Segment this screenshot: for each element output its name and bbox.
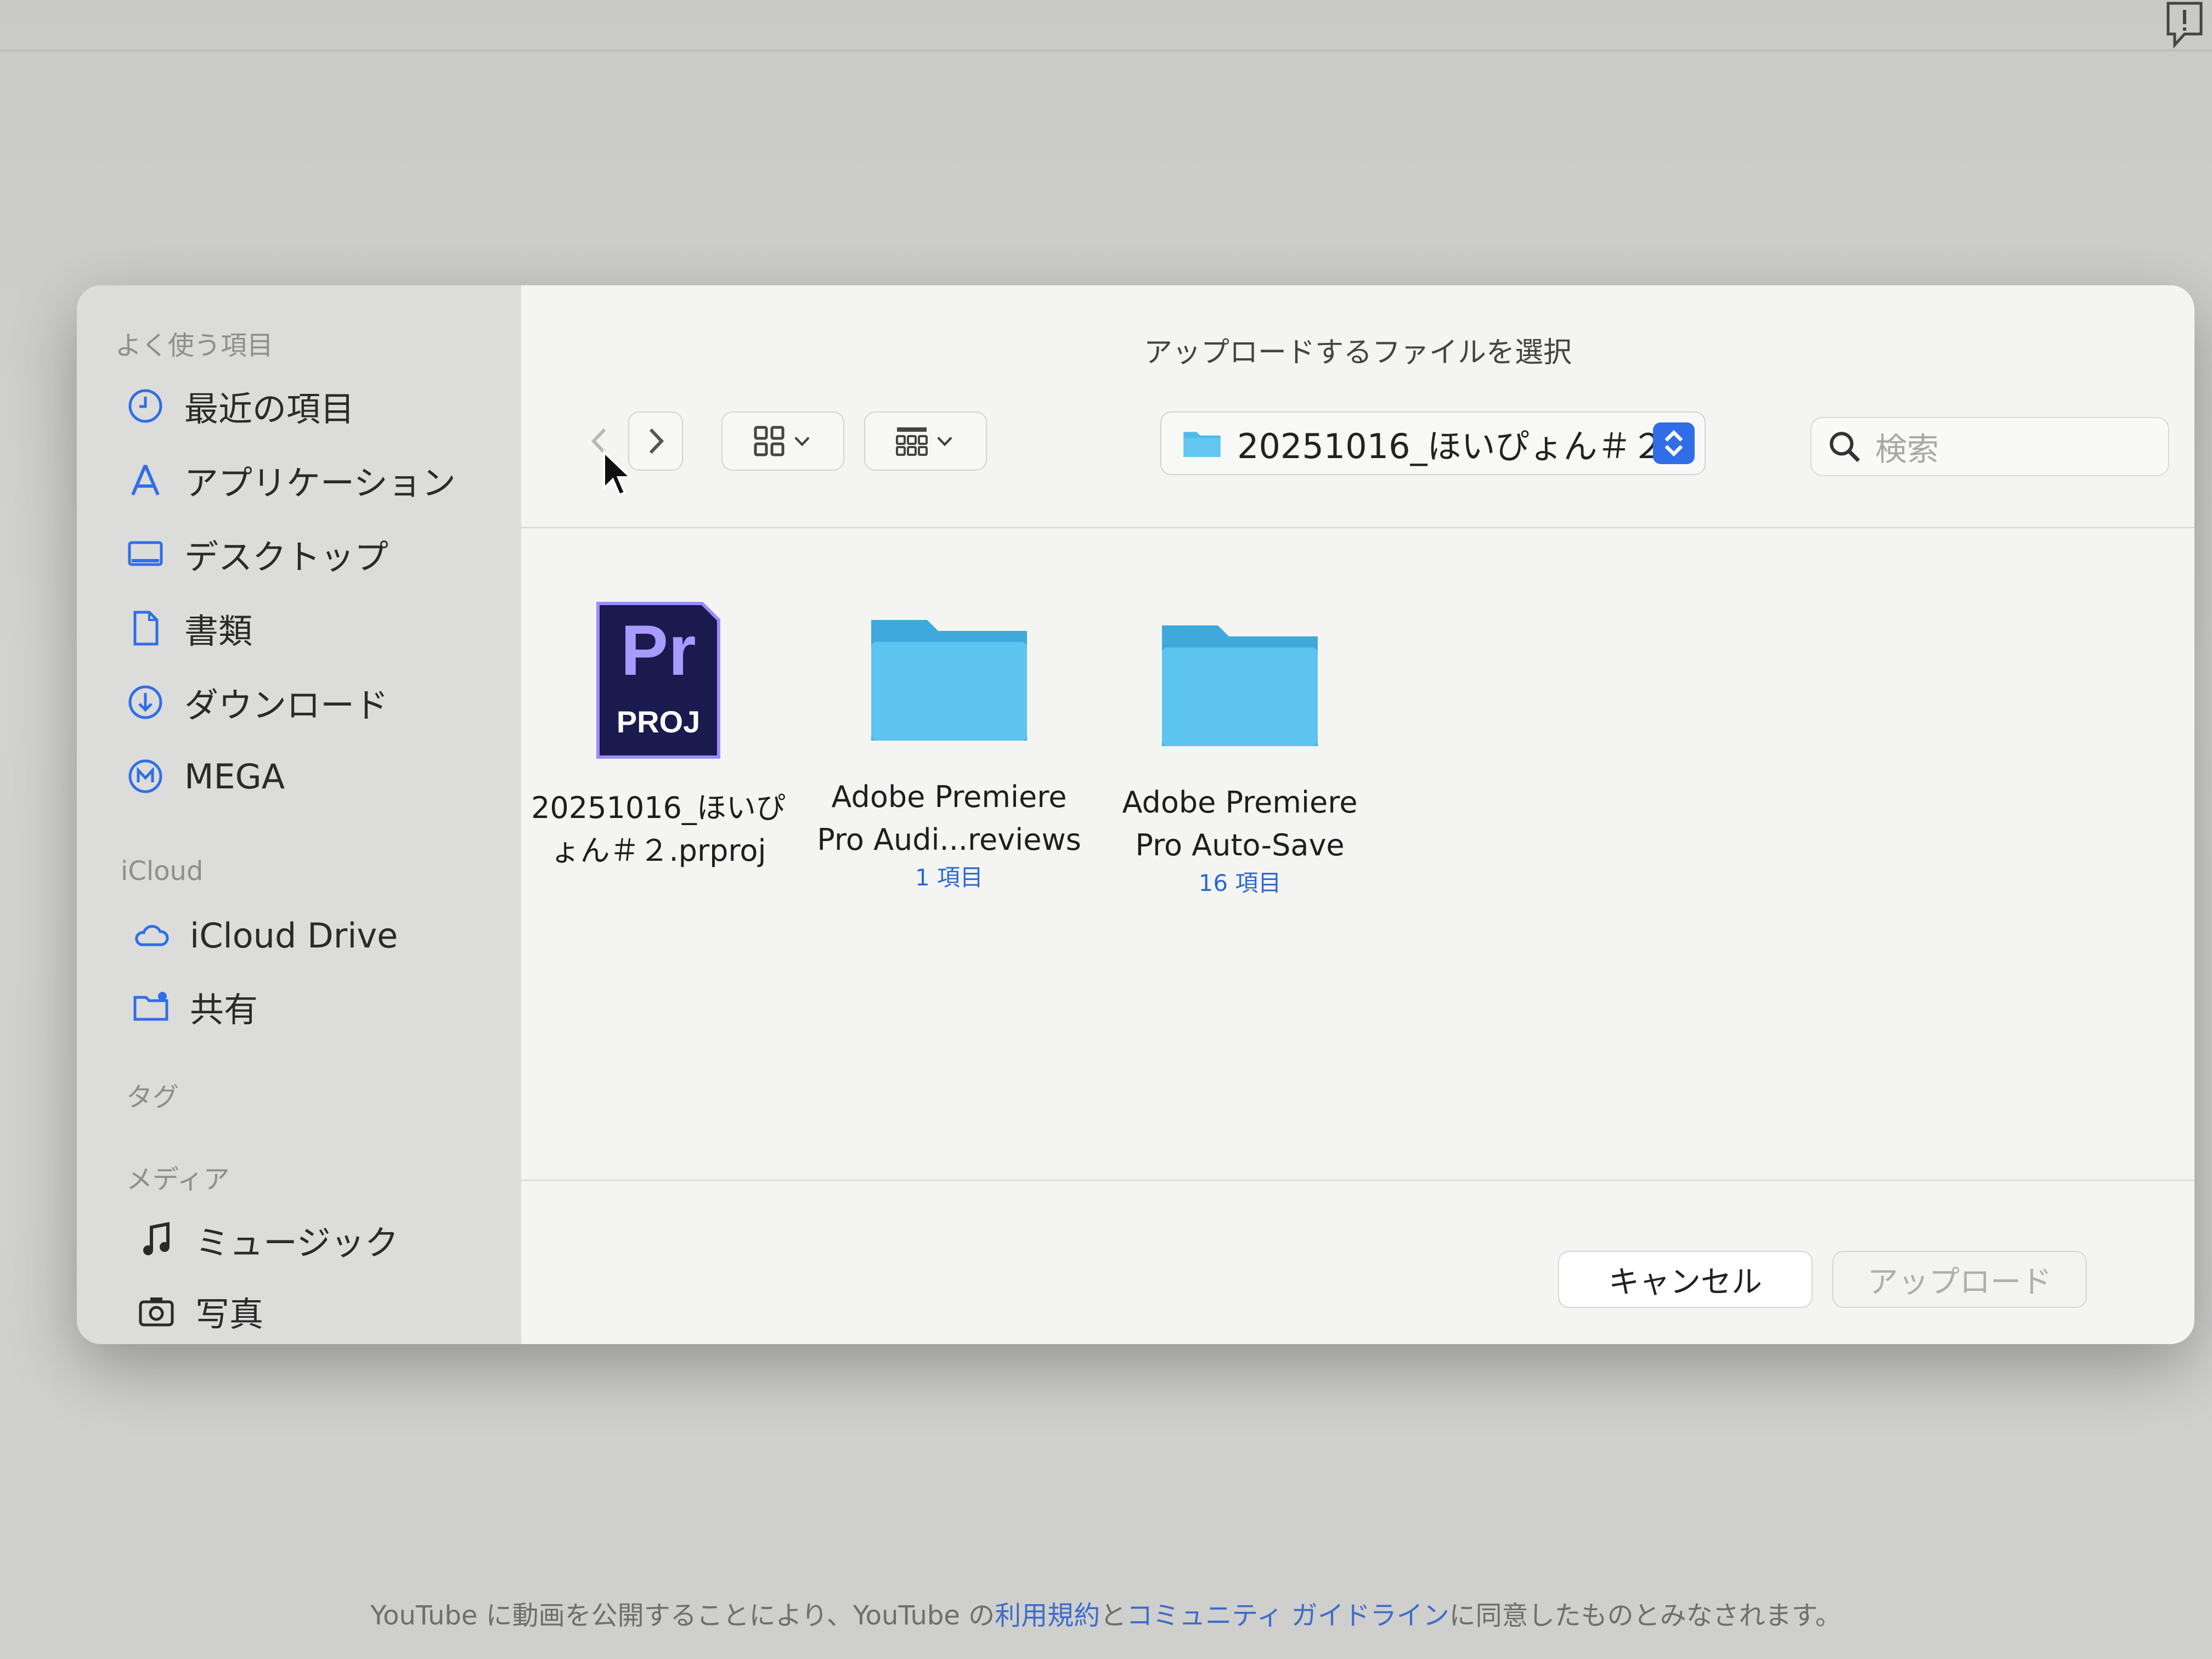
- download-icon: [128, 685, 162, 719]
- main-pane: アップロードするファイルを選択 20251016_ほいぴょん＃２ 検索 Pr P…: [521, 285, 2194, 1344]
- footer-suffix: に同意したものとみなされます。: [1449, 1600, 1842, 1631]
- file-picker-dialog: よく使う項目 最近の項目 アプリケーション デスクトップ 書類 ダウンロード M…: [77, 285, 2194, 1344]
- tags-header: タグ: [126, 1082, 179, 1113]
- dialog-title: アップロードするファイルを選択: [1143, 336, 1572, 369]
- top-divider: [0, 49, 2212, 52]
- view-mode-button[interactable]: [721, 411, 844, 471]
- sidebar-item-label: MEGA: [184, 756, 285, 797]
- sidebar-item-label: 写真: [195, 1294, 264, 1334]
- folder-item-audio-previews[interactable]: Adobe Premiere Pro Audi...reviews 1 項目: [812, 609, 1086, 894]
- file-name-line2: ょん＃２.prproj: [550, 833, 766, 868]
- bottom-divider: [521, 1180, 2194, 1181]
- folder-item-count: 16 項目: [1198, 870, 1282, 896]
- chevron-right-icon: [649, 428, 664, 454]
- sidebar-item-label: デスクトップ: [184, 537, 389, 577]
- folder-icon: [1162, 625, 1318, 746]
- document-icon: [133, 611, 159, 646]
- folder-icon: [1183, 432, 1221, 457]
- clock-icon: [128, 389, 162, 423]
- upload-button[interactable]: アップロード: [1832, 1251, 2087, 1308]
- terms-footer: YouTube に動画を公開することにより、YouTube の利用規約とコミュニ…: [0, 1594, 2212, 1632]
- sidebar-item-icloud-drive[interactable]: iCloud Drive: [132, 908, 398, 963]
- sidebar-item-desktop[interactable]: デスクトップ: [126, 527, 388, 582]
- premiere-project-icon: Pr PROJ: [596, 602, 720, 759]
- premiere-icon-bottom: PROJ: [617, 704, 701, 739]
- current-folder-label: 20251016_ほいぴょん＃２: [1237, 426, 1666, 466]
- icloud-header: iCloud: [121, 856, 204, 887]
- file-name-line1: 20251016_ほいぴ: [531, 791, 786, 825]
- search-icon: [1830, 432, 1860, 462]
- sidebar-item-mega[interactable]: MEGA: [126, 749, 285, 804]
- search-field[interactable]: 検索: [1810, 417, 2169, 476]
- forward-button[interactable]: [628, 411, 683, 471]
- sidebar-item-recents[interactable]: 最近の項目: [126, 379, 354, 433]
- folder-item-auto-save[interactable]: Adobe Premiere Pro Auto-Save 16 項目: [1103, 614, 1377, 900]
- sidebar-item-label: 共有: [190, 990, 258, 1030]
- footer-prefix: YouTube に動画を公開することにより、YouTube の: [370, 1600, 995, 1631]
- premiere-icon-top: Pr: [620, 610, 696, 690]
- group-by-button[interactable]: [864, 411, 987, 471]
- terms-link[interactable]: 利用規約: [995, 1600, 1100, 1631]
- sidebar-item-label: iCloud Drive: [190, 915, 398, 956]
- path-stepper-icon[interactable]: [1653, 422, 1695, 464]
- footer-and: と: [1100, 1600, 1127, 1631]
- mega-icon: [128, 759, 162, 793]
- cancel-button[interactable]: キャンセル: [1558, 1251, 1813, 1308]
- sidebar-item-label: 最近の項目: [184, 389, 355, 429]
- chevron-down-icon: [937, 437, 952, 447]
- grid-view-icon: [754, 426, 785, 456]
- folder-name-line1: Adobe Premiere: [1122, 785, 1358, 820]
- shared-folder-icon: [133, 992, 168, 1021]
- sidebar-item-photos[interactable]: 写真: [137, 1284, 263, 1339]
- toolbar-divider: [521, 527, 2194, 528]
- sidebar-item-label: ミュージック: [195, 1223, 399, 1263]
- sidebar-item-label: 書類: [184, 611, 253, 651]
- search-input[interactable]: 検索: [1875, 424, 1939, 470]
- folder-name-line2: Pro Audi...reviews: [817, 822, 1081, 857]
- favorites-header: よく使う項目: [115, 330, 274, 361]
- sidebar-item-label: アプリケーション: [184, 463, 456, 503]
- toolbar: 20251016_ほいぴょん＃２ 検索: [521, 395, 2194, 488]
- folder-icon: [871, 620, 1027, 741]
- camera-icon: [139, 1297, 174, 1327]
- report-icon[interactable]: [2163, 0, 2207, 49]
- desktop-icon: [128, 541, 163, 566]
- chevron-down-icon: [794, 437, 810, 447]
- cloud-icon: [135, 925, 169, 946]
- sidebar-item-shared[interactable]: 共有: [132, 979, 258, 1034]
- group-view-icon: [896, 427, 928, 456]
- sidebar-item-label: ダウンロード: [184, 685, 389, 725]
- guidelines-link[interactable]: コミュニティ ガイドライン: [1126, 1600, 1449, 1631]
- folder-name-line2: Pro Auto-Save: [1135, 828, 1345, 862]
- file-item-prproj[interactable]: Pr PROJ 20251016_ほいぴ ょん＃２.prproj: [521, 598, 795, 872]
- sidebar-item-applications[interactable]: アプリケーション: [126, 453, 456, 507]
- apps-icon: [131, 464, 160, 496]
- music-icon: [143, 1222, 170, 1255]
- sidebar-item-downloads[interactable]: ダウンロード: [126, 675, 388, 730]
- sidebar-item-music[interactable]: ミュージック: [137, 1212, 399, 1267]
- folder-name-line1: Adobe Premiere: [831, 780, 1067, 814]
- mouse-cursor-icon: [603, 450, 633, 496]
- folder-path-popup[interactable]: 20251016_ほいぴょん＃２: [1160, 411, 1706, 475]
- sidebar-item-documents[interactable]: 書類: [126, 601, 252, 656]
- folder-item-count: 1 項目: [915, 864, 984, 891]
- sidebar: よく使う項目 最近の項目 アプリケーション デスクトップ 書類 ダウンロード M…: [77, 285, 521, 1344]
- media-header: メディア: [126, 1164, 230, 1195]
